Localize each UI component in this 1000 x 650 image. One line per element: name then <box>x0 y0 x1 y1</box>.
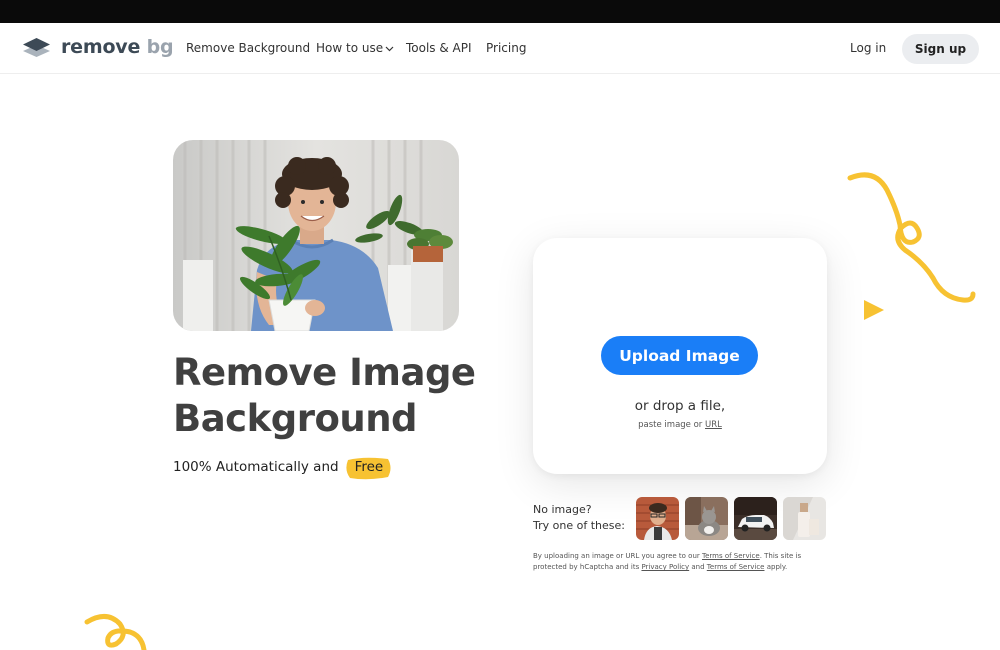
chevron-down-icon <box>385 46 394 51</box>
drop-file-text: or drop a file, <box>634 398 726 414</box>
hcaptcha-terms-link[interactable]: Terms of Service <box>707 563 765 571</box>
sample-prompt-line2: Try one of these: <box>533 519 625 532</box>
logo-word-bg: bg <box>146 36 174 58</box>
paste-url-link[interactable]: URL <box>705 420 722 430</box>
hero-title-line2: Background <box>173 397 418 440</box>
upload-card[interactable]: Upload Image or drop a file, paste image… <box>533 238 827 474</box>
legal-notice: By uploading an image or URL you agree t… <box>533 551 833 573</box>
yellow-triangle-icon <box>864 300 884 320</box>
paste-hint: paste image or URL <box>533 420 827 430</box>
signup-button[interactable]: Sign up <box>902 34 979 64</box>
hero-subtitle: 100% Automatically and Free <box>173 456 393 480</box>
upload-image-button[interactable]: Upload Image <box>601 336 758 375</box>
nav-link-how-to-use[interactable]: How to use <box>316 41 394 55</box>
layers-logo-icon <box>23 38 50 57</box>
hero-subtitle-text: 100% Automatically and <box>173 459 339 475</box>
hero-title: Remove Image Background <box>173 350 476 442</box>
terms-of-service-link[interactable]: Terms of Service <box>702 552 760 560</box>
hero-title-line1: Remove Image <box>173 351 476 394</box>
privacy-policy-link[interactable]: Privacy Policy <box>641 563 689 571</box>
nav-link-remove-background[interactable]: Remove Background <box>186 41 310 55</box>
free-badge-label: Free <box>354 459 384 475</box>
sample-prompt: No image? Try one of these: <box>533 502 625 534</box>
sample-thumb-bottle[interactable] <box>783 497 826 540</box>
paste-hint-text: paste image or <box>638 420 705 430</box>
top-black-bar <box>0 0 1000 23</box>
yellow-swirl-icon <box>84 614 147 650</box>
yellow-squiggle-icon <box>847 172 976 303</box>
legal-text-3: and <box>689 563 707 571</box>
navigation-bar: remove bg Remove Background How to use T… <box>0 23 1000 74</box>
sample-thumb-person[interactable] <box>636 497 679 540</box>
sample-prompt-line1: No image? <box>533 503 592 516</box>
free-badge: Free <box>345 456 393 480</box>
logo-word-remove: remove <box>61 36 141 58</box>
sample-thumb-cat[interactable] <box>685 497 728 540</box>
logo[interactable]: remove bg <box>22 36 174 58</box>
legal-text-1: By uploading an image or URL you agree t… <box>533 552 702 560</box>
logo-text: remove bg <box>61 36 174 58</box>
login-link[interactable]: Log in <box>850 41 886 55</box>
nav-link-how-to-use-label: How to use <box>316 41 384 55</box>
nav-link-pricing[interactable]: Pricing <box>486 41 526 55</box>
nav-link-tools-api[interactable]: Tools & API <box>406 41 472 55</box>
hero-photo <box>173 140 459 331</box>
legal-text-4: apply. <box>764 563 788 571</box>
sample-thumb-car[interactable] <box>734 497 777 540</box>
